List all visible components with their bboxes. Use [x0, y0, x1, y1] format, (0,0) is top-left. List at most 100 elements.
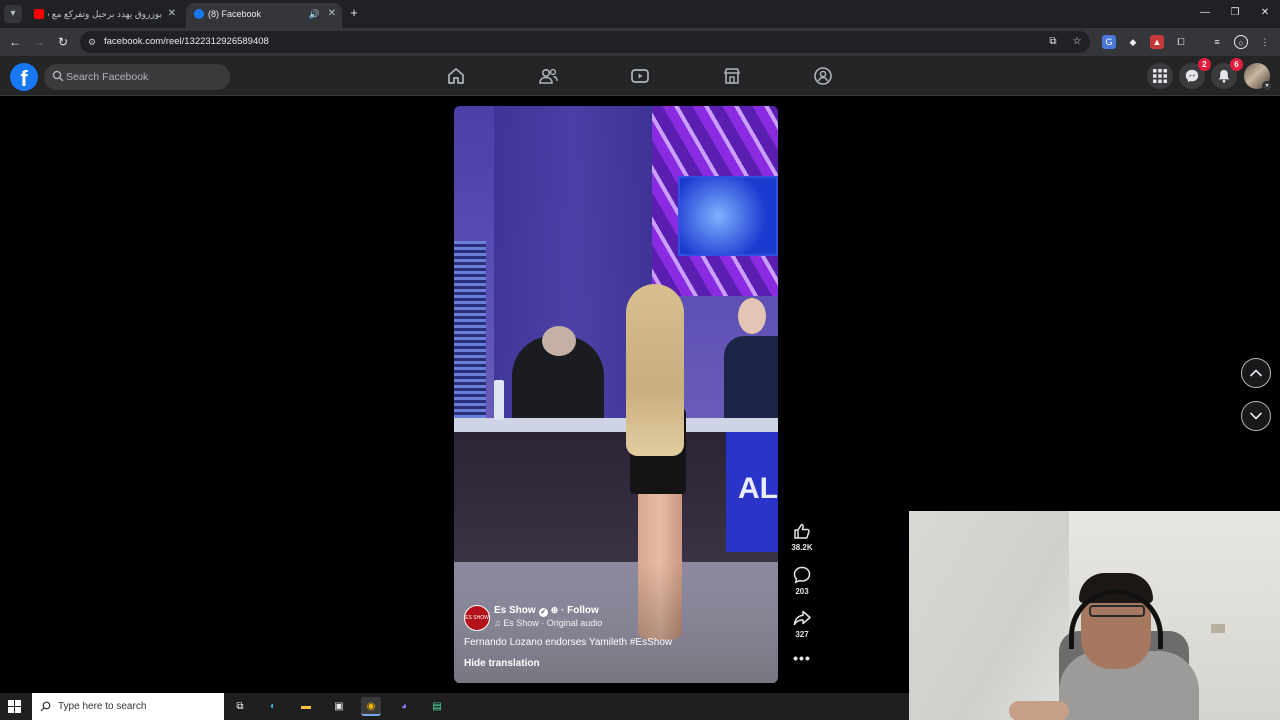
close-tab-icon[interactable]: ✕ — [328, 3, 336, 25]
taskbar-search[interactable]: Type here to search — [32, 693, 224, 720]
app-icon[interactable]: ▤ — [427, 697, 447, 716]
search-icon — [40, 701, 51, 712]
extensions-puzzle-icon[interactable]: ⧠ — [1174, 35, 1188, 49]
webcam-overlay — [909, 511, 1280, 720]
back-button[interactable]: ← — [6, 33, 24, 51]
like-action[interactable]: 38.2K — [786, 521, 818, 552]
forward-button[interactable]: → — [30, 33, 48, 51]
address-bar[interactable]: ⚙ facebook.com/reel/1322312926589408 ⧉ ☆ — [80, 31, 1090, 53]
browser-menu-icon[interactable]: ⋮ — [1258, 35, 1272, 49]
restore-window-button[interactable]: ❐ — [1218, 4, 1252, 22]
home-icon[interactable] — [444, 64, 468, 88]
site-settings-icon[interactable]: ⚙ — [86, 36, 98, 48]
extension-red-icon[interactable]: ▲ — [1150, 35, 1164, 49]
music-note-icon: ♫ — [494, 618, 504, 628]
minimize-window-button[interactable]: — — [1188, 4, 1222, 22]
video-frame-screen — [678, 176, 778, 256]
groups-icon[interactable] — [811, 64, 835, 88]
webcam-wall-note — [1211, 624, 1225, 633]
menu-grid-button[interactable] — [1147, 63, 1173, 89]
marketplace-icon[interactable] — [720, 64, 744, 88]
comment-count: 203 — [795, 587, 809, 596]
video-frame-bottle — [494, 380, 504, 420]
tab-title: (8) Facebook — [208, 9, 262, 19]
translate-extension-icon[interactable]: G — [1102, 35, 1116, 49]
file-explorer-icon[interactable]: ▬ — [296, 697, 316, 716]
friends-icon[interactable] — [536, 64, 560, 88]
comment-icon — [793, 566, 811, 584]
video-frame-person-hair — [626, 284, 684, 456]
previous-reel-button[interactable] — [1241, 358, 1271, 388]
new-tab-button[interactable]: + — [346, 4, 362, 22]
facebook-search[interactable]: Search Facebook — [44, 64, 230, 90]
bookmark-star-icon[interactable]: ☆ — [1070, 36, 1084, 48]
grid-icon — [1153, 69, 1167, 83]
bell-icon — [1218, 70, 1230, 83]
webcam-person-hand — [1009, 701, 1069, 720]
like-count: 38.2K — [791, 543, 813, 552]
account-avatar[interactable]: ▾ — [1244, 63, 1272, 91]
video-overlay-text: AL — [738, 472, 778, 505]
follow-button[interactable]: Follow — [567, 605, 599, 616]
channel-name[interactable]: Es Show — [494, 605, 536, 616]
next-reel-button[interactable] — [1241, 401, 1271, 431]
close-tab-icon[interactable]: ✕ — [168, 3, 176, 25]
discord-icon[interactable]: ◕ — [394, 697, 414, 716]
notifications-button[interactable]: 6 — [1211, 58, 1243, 89]
notifications-badge: 6 — [1230, 58, 1243, 71]
more-options-icon[interactable]: ••• — [792, 651, 812, 668]
comment-action[interactable]: 203 — [786, 565, 818, 596]
chrome-browser-icon[interactable]: ◉ — [361, 697, 381, 716]
tab-title: بوزروق يهدد برحيل وتفركع مع فنا — [48, 9, 162, 19]
browser-tab-youtube[interactable]: بوزروق يهدد برحيل وتفركع مع فنا ✕ — [26, 3, 182, 28]
reload-button[interactable]: ↻ — [54, 33, 72, 51]
windows-start-icon[interactable] — [8, 700, 21, 713]
address-url[interactable]: facebook.com/reel/1322312926589408 — [104, 31, 269, 53]
video-frame-blue-panel: AL — [726, 422, 778, 552]
extension-diamond-icon[interactable]: ◆ — [1126, 35, 1140, 49]
close-window-button[interactable]: ✕ — [1248, 4, 1280, 22]
channel-avatar[interactable]: ES SHOW — [464, 605, 490, 631]
install-app-icon[interactable]: ⧉ — [1046, 36, 1060, 48]
reel-caption: Fernando Lozano endorses Yamileth #EsSho… — [464, 637, 673, 648]
facebook-logo[interactable]: f — [10, 63, 38, 91]
share-count: 327 — [795, 630, 809, 639]
profile-icon[interactable]: ○ — [1234, 35, 1248, 49]
messenger-icon — [1185, 69, 1199, 83]
like-icon — [794, 523, 810, 539]
speaker-icon[interactable]: 🔊 — [309, 3, 320, 25]
video-frame-person — [724, 298, 778, 426]
video-icon[interactable] — [628, 64, 652, 88]
reel-video-player[interactable]: AL ES SHOW Es Show ✓ ⊕ · Follow ♫ Es Show … — [454, 106, 778, 683]
browser-toolbar: ← → ↻ ⚙ facebook.com/reel/13223129265894… — [0, 28, 1280, 56]
share-action[interactable]: 327 — [786, 608, 818, 639]
hide-translation-link[interactable]: Hide translation — [464, 658, 540, 669]
chevron-up-icon — [1249, 369, 1263, 377]
browser-tab-facebook[interactable]: (8) Facebook 🔊 ✕ — [186, 3, 342, 28]
video-frame-tower — [454, 241, 486, 421]
channel-logo-text: ES SHOW — [465, 615, 489, 621]
browser-tab-strip: ▾ بوزروق يهدد برحيل وتفركع مع فنا ✕ (8) … — [0, 0, 1280, 28]
channel-line: Es Show ✓ ⊕ · Follow — [494, 605, 599, 617]
video-frame-desk — [454, 418, 778, 432]
reading-list-icon[interactable]: ≡ — [1210, 35, 1224, 49]
facebook-header: f Search Facebook 2 6 ▾ — [0, 56, 1280, 96]
verified-badge-icon: ✓ — [538, 608, 548, 617]
globe-icon: ⊕ — [550, 605, 559, 615]
messenger-badge: 2 — [1198, 58, 1211, 71]
audio-line[interactable]: ♫ Es Show · Original audio — [494, 618, 602, 628]
search-placeholder: Search Facebook — [66, 71, 149, 83]
youtube-favicon-icon — [34, 9, 44, 19]
messenger-button[interactable]: 2 — [1179, 58, 1211, 89]
tab-search-menu-button[interactable]: ▾ — [4, 5, 22, 23]
facebook-favicon-icon — [194, 9, 204, 19]
edge-browser-icon[interactable]: ◐ — [263, 697, 283, 716]
task-view-icon[interactable]: ⧉ — [230, 697, 250, 716]
store-icon[interactable]: ▣ — [329, 697, 349, 716]
taskbar-search-placeholder: Type here to search — [58, 701, 147, 712]
chevron-down-icon: ▾ — [1262, 81, 1272, 91]
audio-label: Es Show · Original audio — [503, 618, 603, 628]
chevron-down-icon — [1249, 412, 1263, 420]
search-icon — [52, 70, 64, 82]
windows-taskbar: Type here to search ⧉ ◐ ▬ ▣ ◉ ◕ ▤ — [0, 693, 909, 720]
